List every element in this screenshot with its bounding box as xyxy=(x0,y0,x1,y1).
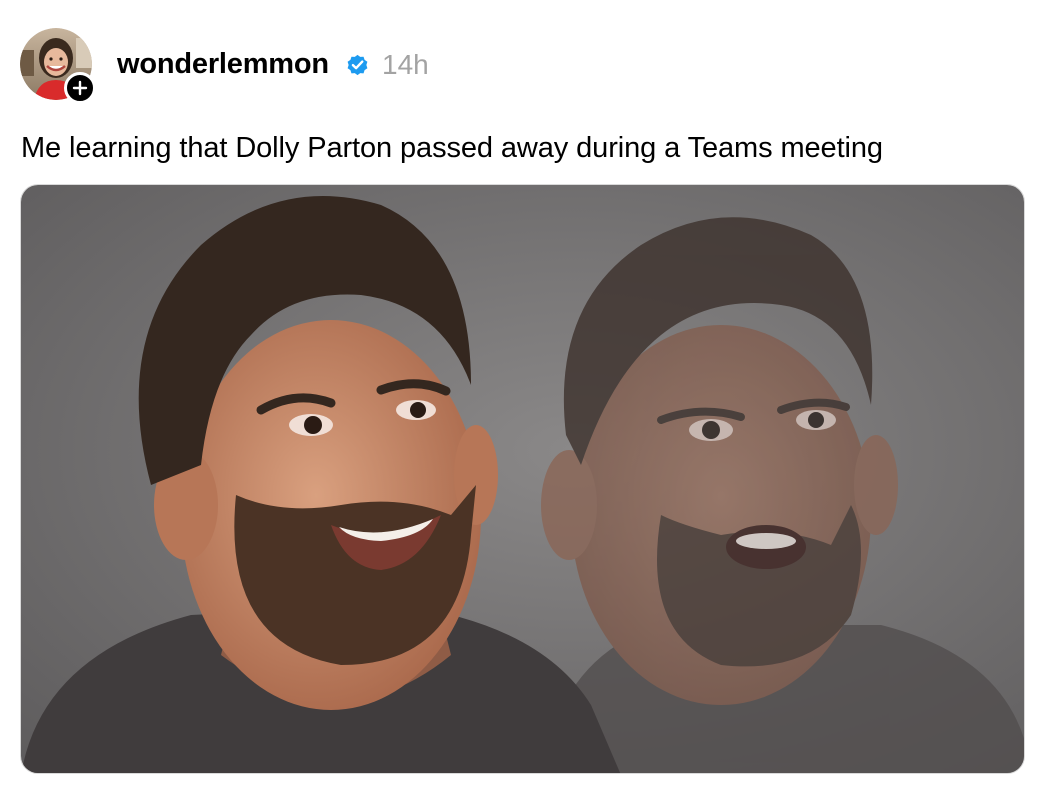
author-avatar-container[interactable] xyxy=(20,28,96,104)
plus-icon xyxy=(72,80,88,96)
post-media-image[interactable] xyxy=(20,184,1025,774)
verified-badge-icon xyxy=(347,54,368,76)
follow-button[interactable] xyxy=(64,72,96,104)
meme-photo xyxy=(21,185,1024,773)
post-timestamp: 14h xyxy=(382,49,429,80)
post-caption: Me learning that Dolly Parton passed awa… xyxy=(21,132,883,164)
thread-post: wonderlemmon 14h Me learning that Dolly … xyxy=(0,0,1054,794)
author-username[interactable]: wonderlemmon xyxy=(117,44,329,84)
